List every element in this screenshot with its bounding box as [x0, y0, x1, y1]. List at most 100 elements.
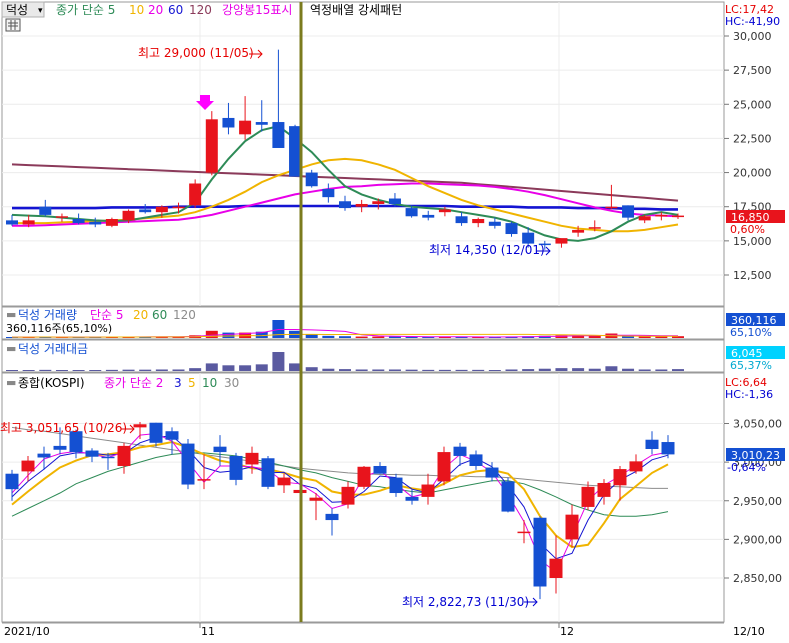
volume-ma-legend-2: 60	[152, 308, 167, 322]
volume-bar	[355, 336, 368, 338]
candle-body	[655, 214, 668, 217]
candle-body	[522, 232, 535, 244]
price-tick-label: 12,500	[733, 269, 772, 282]
amount-bar	[638, 369, 651, 371]
ma-legend-1: 10	[129, 3, 144, 17]
candle-body	[472, 219, 485, 224]
volume-menu-icon[interactable]: ▬	[6, 308, 16, 321]
kospi-candle-body	[597, 482, 611, 497]
volume-title: 덕성 거래량	[18, 308, 77, 322]
kospi-candle-body	[245, 452, 259, 465]
amount-bar	[6, 370, 18, 371]
amount-bar	[122, 369, 135, 371]
candle-body	[488, 221, 501, 226]
kospi-candle-body	[5, 473, 19, 490]
ma-legend-0: 종가 단순 5	[56, 3, 115, 17]
volume-panel[interactable]: ▬ 덕성 거래량 단순 5 20 60 120 360,116주(65,10%)…	[1, 306, 785, 340]
amount-bar	[572, 368, 585, 371]
volume-bar	[372, 336, 385, 338]
low-annotation: 최저 14,350 (12/01)	[429, 243, 545, 257]
candle-body	[305, 172, 318, 187]
candle-body	[622, 205, 635, 218]
candle-body	[505, 223, 518, 235]
high-annotation: 최고 29,000 (11/05)	[138, 46, 254, 60]
candle-body	[605, 206, 618, 209]
kospi-candle-body	[357, 466, 371, 487]
amount-bar	[372, 369, 385, 371]
candle-body	[139, 209, 152, 213]
amount-bar	[139, 369, 152, 371]
amount-bar	[55, 370, 68, 371]
stock-title[interactable]: 덕성	[6, 3, 28, 17]
kospi-candle-body	[53, 445, 67, 450]
price-panel[interactable]: 덕성 ▾ 종가 단순 5 10 20 60 120 강양봉15표시 역정배열 강…	[1, 1, 785, 307]
amount-menu-icon[interactable]: ▬	[6, 342, 16, 355]
price-tick-label: 15,000	[733, 235, 772, 248]
current-change: 0,60%	[730, 223, 765, 236]
amount-bar	[339, 369, 351, 371]
amount-bar	[455, 369, 468, 371]
candle-body	[422, 214, 435, 218]
x-label-0: 2021/10	[4, 625, 50, 638]
kospi-candle-body	[485, 467, 499, 478]
candle-body	[572, 229, 585, 233]
candle-body	[205, 119, 218, 173]
stock-chart[interactable]: 덕성 ▾ 종가 단순 5 10 20 60 120 강양봉15표시 역정배열 강…	[0, 0, 789, 643]
candle-body	[189, 183, 202, 206]
amount-bar	[105, 369, 118, 371]
kospi-candle-body	[117, 445, 131, 466]
volume-bar	[655, 336, 668, 338]
kospi-candle-body	[101, 456, 115, 459]
price-tick-label: 20,000	[733, 167, 772, 180]
kospi-candle-body	[613, 469, 627, 486]
candle-body	[55, 216, 68, 218]
kospi-candle-body	[37, 453, 51, 458]
amount-bar	[555, 368, 568, 371]
amount-panel[interactable]: ▬ 덕성 거래대금 6,045 65,37%	[1, 339, 785, 373]
kospi-high-annotation: 최고 3,051,65 (10/26)	[0, 421, 127, 435]
kospi-candle-body	[85, 450, 99, 457]
kospi-candle-body	[181, 443, 195, 485]
kospi-candle-body	[325, 513, 339, 521]
indicator-label-0: 강양봉15표시	[222, 3, 292, 17]
candle-body	[438, 209, 451, 213]
amount-bar	[605, 366, 618, 371]
volume-bar	[339, 336, 351, 338]
kospi-candle-body	[581, 486, 595, 507]
settings-icon[interactable]	[5, 18, 21, 32]
amount-bar	[388, 369, 401, 371]
kospi-candle-body	[661, 442, 675, 455]
amount-bar	[472, 369, 485, 371]
kospi-candle-body	[629, 461, 643, 472]
amount-bar	[355, 369, 368, 371]
indicator-label-1: 역정배열 강세패턴	[310, 3, 402, 17]
candle-body	[355, 203, 368, 207]
amount-bar	[155, 369, 168, 371]
candle-body	[172, 206, 185, 209]
x-label-1: 11	[201, 625, 215, 638]
volume-bar	[222, 332, 235, 338]
amount-badge-pct: 65,37%	[730, 359, 772, 372]
volume-readout: 360,116주(65,10%)	[6, 322, 112, 335]
stock-dropdown-icon[interactable]: ▾	[38, 6, 43, 16]
kospi-candle-body	[197, 479, 211, 481]
kospi-candle-body	[261, 458, 275, 487]
kospi-low-annotation: 최저 2,822,73 (11/30)	[402, 595, 529, 609]
candle-body	[455, 216, 468, 224]
kospi-candle-body	[21, 460, 35, 472]
kospi-menu-icon[interactable]: ▬	[6, 376, 16, 389]
ma-legend-4: 120	[189, 3, 212, 17]
candle-body	[155, 206, 168, 213]
candle-body	[6, 220, 18, 225]
x-label-3: 12/10	[733, 625, 765, 638]
kospi-candle-body	[213, 446, 227, 453]
kospi-candle-body	[133, 424, 147, 428]
amount-bar	[588, 368, 601, 371]
candle-body	[638, 216, 651, 221]
candle-body	[122, 210, 135, 221]
amount-bar	[505, 369, 518, 371]
kospi-current-change: -0,64%	[727, 461, 766, 474]
amount-bar	[205, 363, 218, 371]
amount-bar	[422, 369, 435, 371]
kospi-panel[interactable]: ▬ 종합(KOSPI) 종가 단순 2 3 5 10 30 LC:6,64 HC…	[0, 372, 785, 623]
